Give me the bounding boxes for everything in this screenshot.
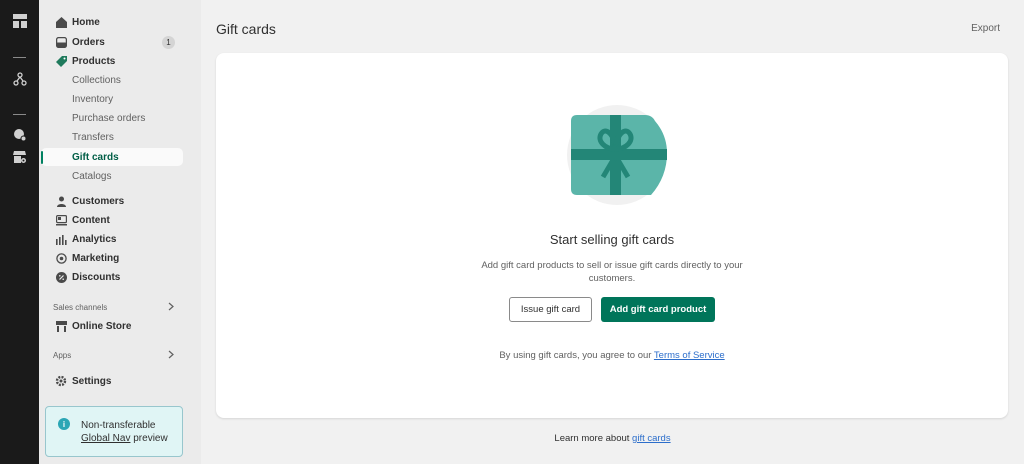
page-title: Gift cards <box>216 21 276 37</box>
learn-more-footer: Learn more about gift cards <box>201 433 1024 444</box>
sidebar: Home Orders 1 Products Collections Inven… <box>39 0 240 464</box>
active-indicator <box>41 151 43 164</box>
app-rail <box>0 0 39 464</box>
nav-settings[interactable]: Settings <box>41 372 183 390</box>
issue-gift-card-button[interactable]: Issue gift card <box>509 297 592 322</box>
empty-state-card: Start selling gift cards Add gift card p… <box>216 53 1008 418</box>
chevron-right-icon <box>167 350 175 362</box>
nav-gift-cards[interactable]: Gift cards <box>41 148 183 166</box>
gift-card-illustration <box>567 105 667 205</box>
nav-discounts-label: Discounts <box>72 271 121 283</box>
nav-catalogs-label: Catalogs <box>72 170 112 182</box>
nav-inventory-label: Inventory <box>72 93 114 105</box>
orders-count-badge: 1 <box>162 36 175 49</box>
terms-of-service-link[interactable]: Terms of Service <box>654 350 725 361</box>
nav-collections-label: Collections <box>72 74 121 86</box>
add-gift-card-product-button[interactable]: Add gift card product <box>601 297 715 322</box>
nav-products[interactable]: Products <box>41 52 183 70</box>
nav-catalogs[interactable]: Catalogs <box>41 167 183 185</box>
global-nav-preview-banner: i Non-transferable Global Nav preview <box>45 406 183 457</box>
nav-marketing-label: Marketing <box>72 252 120 264</box>
rail-divider <box>13 114 26 115</box>
chevron-right-icon <box>167 302 175 314</box>
store-gear-icon[interactable] <box>12 149 28 165</box>
nav-home-label: Home <box>72 16 100 28</box>
learn-more-prefix: Learn more about <box>554 433 633 444</box>
nav-analytics[interactable]: Analytics <box>41 230 183 248</box>
nav-settings-label: Settings <box>72 375 112 387</box>
nav-online-store[interactable]: Online Store <box>41 317 183 335</box>
preview-line-2: Global Nav preview <box>81 433 168 444</box>
orders-icon <box>55 36 67 48</box>
empty-state-description: Add gift card products to sell or issue … <box>481 260 743 284</box>
nav-content-label: Content <box>72 214 110 226</box>
main-content: Gift cards Export Start selling gift car… <box>201 0 1024 464</box>
home-icon <box>55 16 67 28</box>
nav-products-label: Products <box>72 55 116 67</box>
content-icon <box>55 214 67 226</box>
apps-label: Apps <box>53 350 72 360</box>
terms-notice: By using gift cards, you agree to our Te… <box>216 350 1008 361</box>
gear-icon <box>55 375 67 387</box>
info-icon: i <box>58 418 70 430</box>
preview-line-1: Non-transferable <box>81 420 156 431</box>
rail-divider <box>13 57 26 58</box>
nav-purchase-orders-label: Purchase orders <box>72 112 146 124</box>
nav-transfers[interactable]: Transfers <box>41 128 183 146</box>
sales-channels-label: Sales channels <box>53 302 108 312</box>
nav-home[interactable]: Home <box>41 13 183 31</box>
global-nav-link[interactable]: Global Nav <box>81 433 130 444</box>
bar-chart-icon <box>55 233 67 245</box>
tag-icon <box>55 55 67 67</box>
target-icon <box>55 252 67 264</box>
nav-orders-label: Orders <box>72 36 105 48</box>
preview-suffix: preview <box>130 433 168 444</box>
nav-discounts[interactable]: Discounts <box>41 268 183 286</box>
discount-icon <box>55 271 67 283</box>
person-icon <box>55 195 67 207</box>
export-button[interactable]: Export <box>971 23 1000 34</box>
layout-icon[interactable] <box>12 13 28 29</box>
nav-orders[interactable]: Orders 1 <box>41 33 183 51</box>
nav-transfers-label: Transfers <box>72 131 114 143</box>
nav-purchase-orders[interactable]: Purchase orders <box>41 109 183 127</box>
nav-gift-cards-label: Gift cards <box>72 151 119 163</box>
terms-prefix: By using gift cards, you agree to our <box>499 350 654 361</box>
nav-customers-label: Customers <box>72 195 125 207</box>
store-icon <box>55 320 67 332</box>
branch-icon[interactable] <box>12 71 28 87</box>
nav-collections[interactable]: Collections <box>41 71 183 89</box>
empty-state-heading: Start selling gift cards <box>549 232 675 247</box>
nav-online-store-label: Online Store <box>72 320 132 332</box>
nav-content[interactable]: Content <box>41 211 183 229</box>
nav-marketing[interactable]: Marketing <box>41 249 183 267</box>
sales-channels-header[interactable]: Sales channels <box>41 299 183 315</box>
globe-gear-icon[interactable] <box>12 127 28 143</box>
nav-analytics-label: Analytics <box>72 233 117 245</box>
nav-inventory[interactable]: Inventory <box>41 90 183 108</box>
nav-customers[interactable]: Customers <box>41 192 183 210</box>
apps-header[interactable]: Apps <box>41 347 183 363</box>
gift-cards-help-link[interactable]: gift cards <box>632 433 671 444</box>
